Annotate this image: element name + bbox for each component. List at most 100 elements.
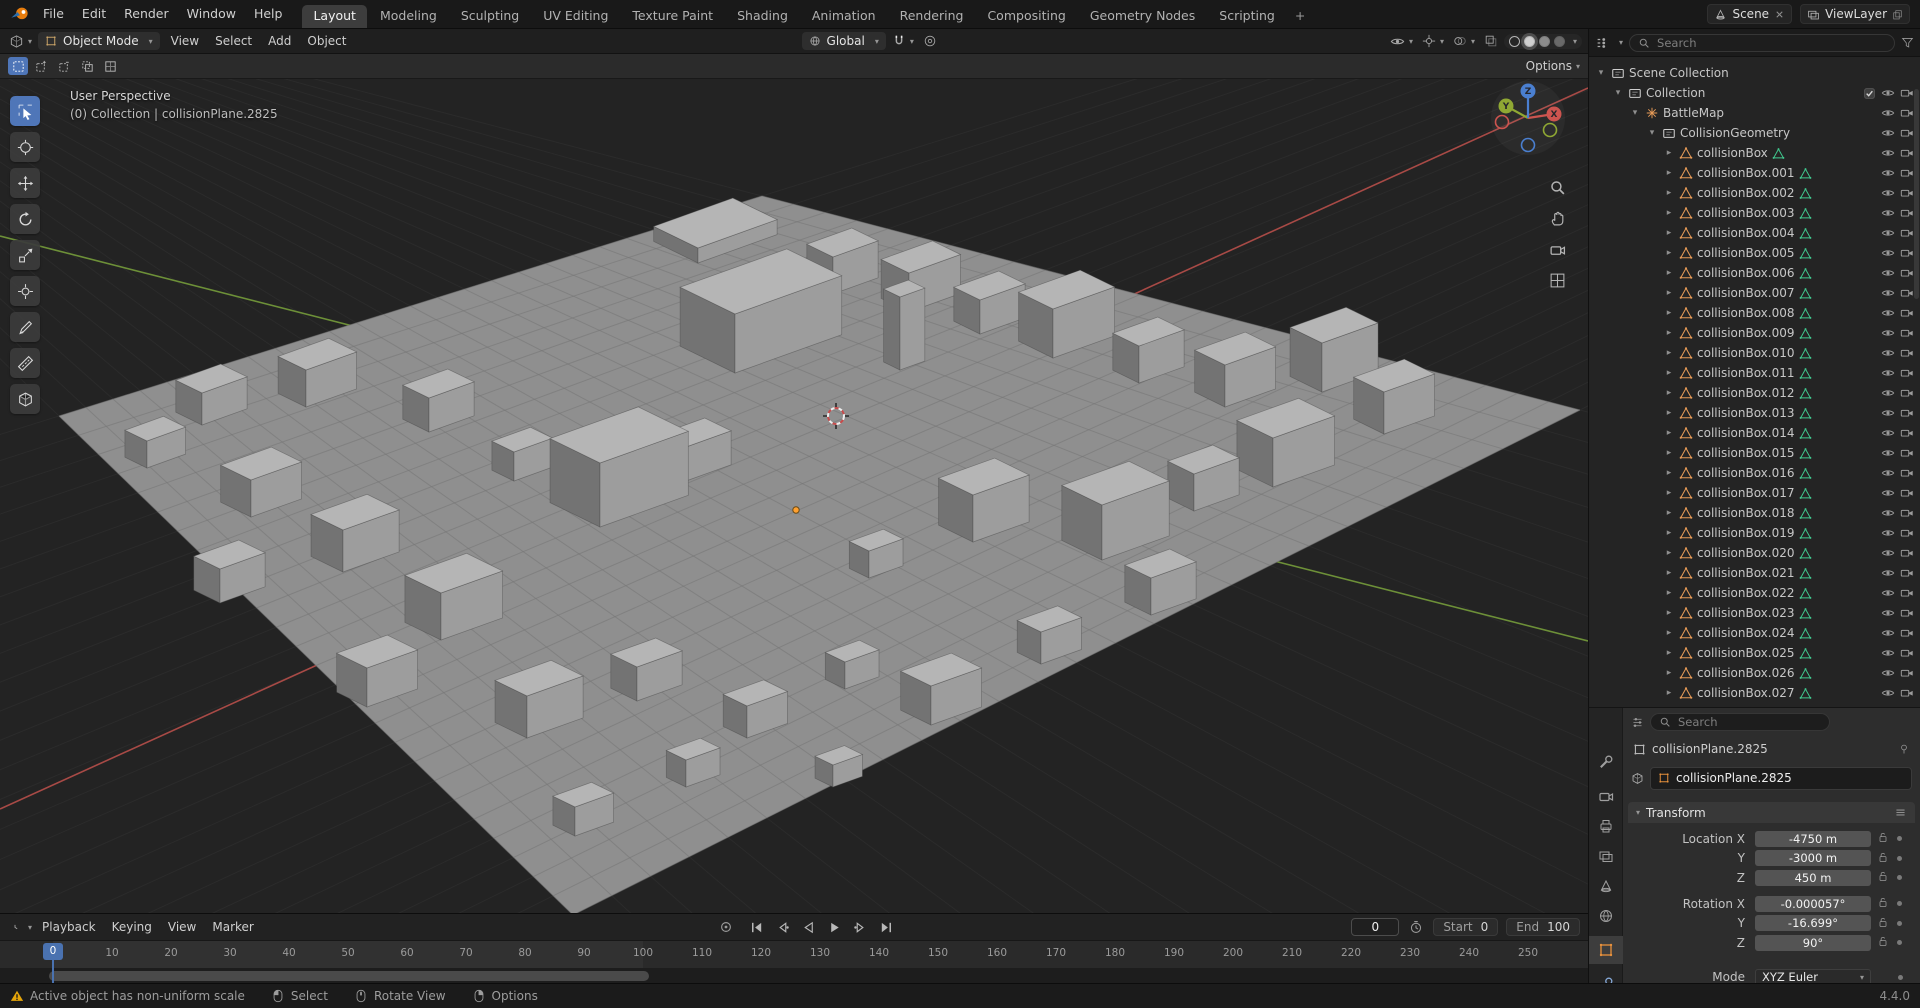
disable-render-camera-icon[interactable] xyxy=(1900,326,1914,340)
visibility-dropdown-icon[interactable]: ▾ xyxy=(1387,34,1416,49)
outliner-row[interactable]: ▸collisionBox.011 xyxy=(1589,363,1920,383)
collapse-arrow-icon[interactable]: ▾ xyxy=(1595,68,1607,78)
transform-value-field[interactable]: -0.000057° xyxy=(1755,896,1871,912)
properties-tab-viewlayer[interactable] xyxy=(1589,842,1623,870)
expand-arrow-icon[interactable]: ▸ xyxy=(1663,168,1675,178)
expand-arrow-icon[interactable]: ▸ xyxy=(1663,268,1675,278)
ortho-toggle-icon[interactable] xyxy=(1546,269,1568,291)
frame-end-field[interactable]: End 100 xyxy=(1506,918,1580,936)
tool-cursor[interactable] xyxy=(10,132,40,162)
outliner-row[interactable]: ▸collisionBox.014 xyxy=(1589,423,1920,443)
hide-eye-icon[interactable] xyxy=(1881,306,1895,320)
timeline-editor-chevron-icon[interactable]: ▾ xyxy=(28,923,32,932)
filter-funnel-icon[interactable] xyxy=(1901,36,1914,49)
shading-dropdown-icon[interactable]: ▾ xyxy=(1573,37,1577,46)
blender-logo-icon[interactable] xyxy=(10,4,30,24)
timeline-menu-marker[interactable]: Marker xyxy=(204,920,261,934)
disable-render-camera-icon[interactable] xyxy=(1900,606,1914,620)
timeline-scroll-track[interactable] xyxy=(0,968,1588,984)
properties-tab-scene[interactable] xyxy=(1589,872,1623,900)
disable-render-camera-icon[interactable] xyxy=(1900,466,1914,480)
expand-arrow-icon[interactable]: ▸ xyxy=(1663,468,1675,478)
gizmos-toggle-icon[interactable]: ▾ xyxy=(1419,34,1447,48)
outliner-row[interactable]: ▸collisionBox.016 xyxy=(1589,463,1920,483)
outliner-row[interactable]: ▸collisionBox.017 xyxy=(1589,483,1920,503)
menu-file[interactable]: File xyxy=(34,0,73,28)
playhead[interactable]: 0 xyxy=(43,943,63,960)
hide-eye-icon[interactable] xyxy=(1881,506,1895,520)
menu-edit[interactable]: Edit xyxy=(73,0,115,28)
mode-dropdown[interactable]: Object Mode ▾ xyxy=(38,32,160,50)
checkbox-icon[interactable] xyxy=(1863,87,1876,100)
expand-arrow-icon[interactable]: ▸ xyxy=(1663,188,1675,198)
timeline-editor-icon[interactable] xyxy=(8,920,22,934)
outliner-editor-icon[interactable] xyxy=(1595,36,1609,50)
disable-render-camera-icon[interactable] xyxy=(1900,626,1914,640)
viewport-menu-select[interactable]: Select xyxy=(207,34,260,48)
hide-eye-icon[interactable] xyxy=(1881,286,1895,300)
frame-start-field[interactable]: Start 0 xyxy=(1433,918,1498,936)
editor-type-icon[interactable]: ▾ xyxy=(6,34,35,49)
outliner-row[interactable]: ▸collisionBox.009 xyxy=(1589,323,1920,343)
disable-render-camera-icon[interactable] xyxy=(1900,666,1914,680)
disable-render-camera-icon[interactable] xyxy=(1900,206,1914,220)
hide-eye-icon[interactable] xyxy=(1881,106,1895,120)
outliner-row[interactable]: ▾BattleMap xyxy=(1589,103,1920,123)
shading-rendered-icon[interactable] xyxy=(1554,36,1565,47)
properties-search[interactable] xyxy=(1650,713,1830,731)
timeline-ruler[interactable]: 0102030405060708090100110120130140150160… xyxy=(0,940,1588,968)
outliner-row[interactable]: ▸collisionBox.020 xyxy=(1589,543,1920,563)
disable-render-camera-icon[interactable] xyxy=(1900,366,1914,380)
expand-arrow-icon[interactable]: ▸ xyxy=(1663,428,1675,438)
outliner-row[interactable]: ▾CollisionGeometry xyxy=(1589,123,1920,143)
expand-arrow-icon[interactable]: ▸ xyxy=(1663,488,1675,498)
disable-render-camera-icon[interactable] xyxy=(1900,146,1914,160)
expand-arrow-icon[interactable]: ▸ xyxy=(1663,228,1675,238)
close-icon[interactable] xyxy=(1774,9,1785,20)
tool-annotate[interactable] xyxy=(10,312,40,342)
outliner-row[interactable]: ▾Scene Collection xyxy=(1589,63,1920,83)
tab-texture-paint[interactable]: Texture Paint xyxy=(621,5,724,28)
outliner-row[interactable]: ▸collisionBox.010 xyxy=(1589,343,1920,363)
hide-eye-icon[interactable] xyxy=(1881,246,1895,260)
hide-eye-icon[interactable] xyxy=(1881,626,1895,640)
disable-render-camera-icon[interactable] xyxy=(1900,506,1914,520)
outliner-scrollbar[interactable] xyxy=(1914,89,1919,299)
outliner-row[interactable]: ▸collisionBox.012 xyxy=(1589,383,1920,403)
tool-scale[interactable] xyxy=(10,240,40,270)
hide-eye-icon[interactable] xyxy=(1881,566,1895,580)
hide-eye-icon[interactable] xyxy=(1881,546,1895,560)
outliner-row[interactable]: ▸collisionBox.005 xyxy=(1589,243,1920,263)
tab-layout[interactable]: Layout xyxy=(302,5,367,28)
disable-render-camera-icon[interactable] xyxy=(1900,486,1914,500)
tab-sculpting[interactable]: Sculpting xyxy=(450,5,530,28)
viewport-menu-object[interactable]: Object xyxy=(299,34,354,48)
collapse-arrow-icon[interactable]: ▾ xyxy=(1629,108,1641,118)
disable-render-camera-icon[interactable] xyxy=(1900,186,1914,200)
hide-eye-icon[interactable] xyxy=(1881,346,1895,360)
disable-render-camera-icon[interactable] xyxy=(1900,646,1914,660)
disable-render-camera-icon[interactable] xyxy=(1900,166,1914,180)
transform-value-field[interactable]: 90° xyxy=(1755,935,1871,951)
outliner-row[interactable]: ▸collisionBox.013 xyxy=(1589,403,1920,423)
hide-eye-icon[interactable] xyxy=(1881,146,1895,160)
hide-eye-icon[interactable] xyxy=(1881,586,1895,600)
disable-render-camera-icon[interactable] xyxy=(1900,546,1914,560)
animate-dot[interactable] xyxy=(1897,856,1902,861)
hide-eye-icon[interactable] xyxy=(1881,386,1895,400)
expand-arrow-icon[interactable]: ▸ xyxy=(1663,448,1675,458)
disable-render-camera-icon[interactable] xyxy=(1900,426,1914,440)
expand-arrow-icon[interactable]: ▸ xyxy=(1663,308,1675,318)
hide-eye-icon[interactable] xyxy=(1881,226,1895,240)
outliner-row[interactable]: ▸collisionBox.023 xyxy=(1589,603,1920,623)
hide-eye-icon[interactable] xyxy=(1881,186,1895,200)
jump-start-button[interactable] xyxy=(749,919,765,935)
select-mode-button-2[interactable] xyxy=(54,57,74,75)
outliner-row[interactable]: ▸collisionBox.019 xyxy=(1589,523,1920,543)
proportional-edit-icon[interactable] xyxy=(920,34,940,48)
collapse-arrow-icon[interactable]: ▾ xyxy=(1646,128,1658,138)
expand-arrow-icon[interactable]: ▸ xyxy=(1663,368,1675,378)
disable-render-camera-icon[interactable] xyxy=(1900,106,1914,120)
outliner-row[interactable]: ▸collisionBox.022 xyxy=(1589,583,1920,603)
expand-arrow-icon[interactable]: ▸ xyxy=(1663,408,1675,418)
